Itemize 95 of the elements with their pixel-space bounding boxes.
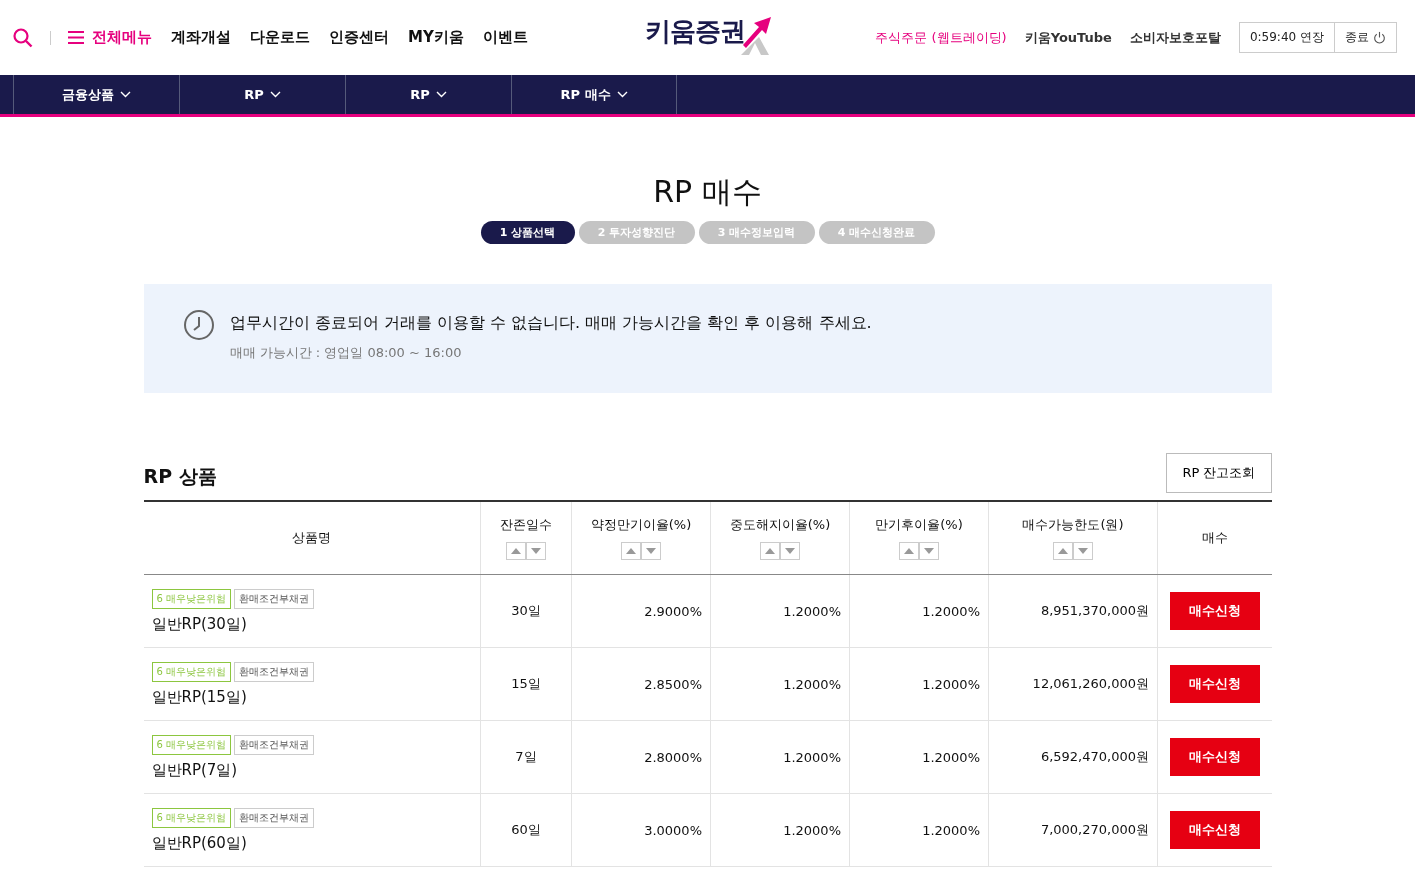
product-tag: 환매조건부채권 [234, 661, 315, 682]
product-name: 일반RP(60일) [151, 833, 247, 852]
column-label: 매수가능한도(원) [1022, 517, 1124, 532]
balance-inquiry-button[interactable]: RP 잔고조회 [1166, 453, 1272, 493]
product-tag: 6 매우낮은위험 [151, 588, 232, 609]
column-label: 중도해지이율(%) [729, 517, 831, 532]
table-cell: 2.8000% [644, 749, 702, 765]
breadcrumb-dropdown[interactable]: RP [179, 75, 345, 114]
sort-descending-button[interactable] [919, 542, 939, 560]
menu-label: 전체메뉴 [92, 28, 152, 47]
table-cell: 1.2000% [783, 822, 841, 838]
table-cell: 1.2000% [922, 603, 980, 619]
menu-icon [68, 31, 84, 44]
table-cell: 1.2000% [922, 822, 980, 838]
triangle-up-icon [626, 548, 636, 554]
header-link[interactable]: 주식주문 (웹트레이딩) [875, 28, 1007, 47]
column-label: 약정만기이율(%) [590, 517, 692, 532]
sort-ascending-button[interactable] [760, 542, 780, 560]
triangle-down-icon [646, 548, 656, 554]
triangle-up-icon [904, 548, 914, 554]
table-cell: 7일 [515, 749, 537, 764]
step-indicator: 2 투자성향진단 [578, 221, 695, 244]
buy-request-button[interactable]: 매수신청 [1169, 592, 1260, 630]
sort-descending-button[interactable] [1073, 542, 1093, 560]
sort-ascending-button[interactable] [621, 542, 641, 560]
product-name: 일반RP(15일) [151, 687, 247, 706]
table-cell: 1.2000% [783, 749, 841, 765]
table-cell: 2.8500% [644, 676, 702, 692]
trading-hours-text: 매매 가능시간 : 영업일 08:00 ~ 16:00 [229, 344, 463, 362]
notice-message: 업무시간이 종료되어 거래를 이용할 수 없습니다. 매매 가능시간을 확인 후 이용해 주세요. [229, 313, 872, 334]
chevron-down-icon [120, 91, 131, 98]
triangle-down-icon [785, 548, 795, 554]
step-indicator: 3 매수정보입력 [698, 221, 815, 244]
product-name: 일반RP(7일) [151, 760, 238, 779]
header-link[interactable]: 이벤트 [482, 28, 528, 47]
triangle-up-icon [1058, 548, 1068, 554]
step-indicator: 4 매수신청완료 [818, 221, 935, 244]
header-link[interactable]: 인증센터 [329, 28, 389, 47]
triangle-up-icon [765, 548, 775, 554]
buy-request-button[interactable]: 매수신청 [1169, 665, 1260, 703]
step-indicator: 1 상품선택 [480, 221, 575, 244]
logo-text[interactable]: 키움증권 [645, 14, 745, 49]
product-tag: 6 매우낮은위험 [151, 734, 232, 755]
product-name: 일반RP(30일) [151, 614, 247, 633]
table-cell: 8,951,370,000원 [1040, 603, 1149, 618]
section-title: RP 상품 [143, 464, 217, 489]
clock-icon [182, 309, 215, 341]
table-cell: 2.9000% [644, 603, 702, 619]
sort-ascending-button[interactable] [506, 542, 526, 560]
column-label: 매수 [1201, 530, 1228, 545]
product-tag: 6 매우낮은위험 [151, 807, 232, 828]
triangle-up-icon [511, 548, 521, 554]
breadcrumb-dropdown[interactable]: RP 매수 [511, 75, 677, 114]
triangle-down-icon [531, 548, 541, 554]
column-label: 잔존일수 [500, 517, 552, 532]
triangle-down-icon [924, 548, 934, 554]
power-icon [1373, 31, 1386, 44]
chevron-down-icon [435, 91, 447, 98]
table-cell: 30일 [511, 603, 541, 618]
breadcrumb-dropdown[interactable]: RP [345, 75, 511, 114]
header-link[interactable]: 키움YouTube [1024, 28, 1112, 47]
header-link[interactable]: MY키움 [408, 28, 464, 47]
chevron-down-icon [269, 91, 281, 98]
sort-ascending-button[interactable] [1053, 542, 1073, 560]
product-tag: 환매조건부채권 [234, 807, 315, 828]
search-icon[interactable] [13, 27, 33, 48]
sort-descending-button[interactable] [526, 542, 546, 560]
breadcrumb-dropdown[interactable]: 금융상품 [13, 75, 179, 114]
column-label: 상품명 [292, 530, 332, 545]
product-tag: 환매조건부채권 [234, 588, 315, 609]
table-cell: 3.0000% [644, 822, 702, 838]
triangle-down-icon [1078, 548, 1088, 554]
header-link[interactable]: 다운로드 [250, 28, 310, 47]
sort-descending-button[interactable] [780, 542, 800, 560]
all-menu-button[interactable]: 전체메뉴 [68, 28, 152, 47]
table-cell: 60일 [511, 822, 541, 837]
table-cell: 1.2000% [922, 749, 980, 765]
table-cell: 7,000,270,000원 [1040, 822, 1149, 837]
buy-request-button[interactable]: 매수신청 [1169, 738, 1260, 776]
table-cell: 6,592,470,000원 [1040, 749, 1149, 764]
table-cell: 15일 [511, 676, 541, 691]
page-title: RP 매수 [652, 173, 763, 211]
table-cell: 1.2000% [783, 603, 841, 619]
product-tag: 6 매우낮은위험 [151, 661, 232, 682]
product-tag: 환매조건부채권 [234, 734, 315, 755]
table-cell: 1.2000% [783, 676, 841, 692]
column-label: 만기후이율(%) [875, 517, 963, 532]
chevron-down-icon [616, 91, 628, 98]
buy-request-button[interactable]: 매수신청 [1169, 811, 1260, 849]
table-cell: 1.2000% [922, 676, 980, 692]
table-cell: 12,061,260,000원 [1032, 676, 1149, 691]
sort-ascending-button[interactable] [899, 542, 919, 560]
sort-descending-button[interactable] [641, 542, 661, 560]
header-link[interactable]: 계좌개설 [171, 28, 231, 47]
header-link[interactable]: 소비자보호포탈 [1129, 28, 1221, 47]
